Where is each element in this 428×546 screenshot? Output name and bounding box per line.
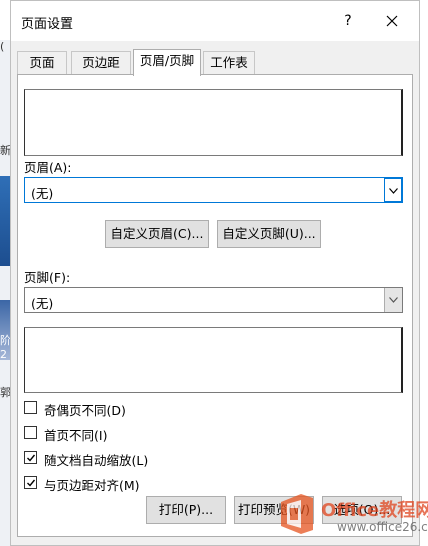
chevron-down-icon	[389, 297, 398, 303]
header-preview	[24, 89, 403, 156]
tab-margins[interactable]: 页边距	[71, 51, 131, 75]
checkbox[interactable]	[24, 476, 37, 489]
background-app	[0, 40, 10, 546]
checkbox[interactable]	[24, 426, 37, 439]
custom-header-button[interactable]: 自定义页眉(C)...	[105, 220, 209, 248]
background-text: 郭	[0, 386, 10, 399]
dialog-title: 页面设置	[21, 17, 74, 32]
tab-page[interactable]: 页面	[17, 51, 67, 75]
header-footer-panel: 页眉(A): (无) 自定义页眉(C)... 自定义页脚(U)... 页脚(F)…	[17, 74, 413, 537]
option-label: 与页边距对齐(M)	[44, 478, 140, 493]
footer-select-value: (无)	[31, 296, 54, 311]
page-setup-dialog: 页面设置 ? 页面 页边距 页眉/页脚 工作表 页眉(A): (无) 自定义页眉…	[10, 0, 420, 546]
header-label: 页眉(A):	[24, 160, 72, 175]
background-text: 阶	[0, 334, 10, 347]
option-label: 奇偶页不同(D)	[44, 403, 126, 418]
close-icon	[386, 15, 398, 27]
chevron-down-icon	[389, 188, 398, 194]
option-label: 首页不同(I)	[44, 428, 108, 443]
checkbox[interactable]	[24, 401, 37, 414]
checkmark-icon	[27, 479, 36, 487]
tab-header-footer[interactable]: 页眉/页脚	[133, 49, 201, 76]
office-logo-icon	[281, 494, 313, 534]
header-dropdown-button[interactable]	[384, 178, 402, 202]
footer-select[interactable]: (无)	[24, 287, 403, 313]
background-text: (	[0, 40, 5, 53]
title-bar: 页面设置 ?	[11, 1, 419, 41]
custom-footer-button[interactable]: 自定义页脚(U)...	[217, 220, 321, 248]
watermark-url: www.office26.com	[337, 520, 428, 534]
background-text: 新	[0, 144, 10, 157]
watermark: Office教程网 www.office26.com	[275, 490, 428, 540]
footer-preview	[24, 327, 403, 393]
checkmark-icon	[27, 454, 36, 462]
option-label: 随文档自动缩放(L)	[44, 453, 149, 468]
header-select[interactable]: (无)	[24, 177, 403, 203]
footer-dropdown-button[interactable]	[384, 288, 402, 312]
header-select-value: (无)	[31, 186, 54, 201]
print-button[interactable]: 打印(P)...	[146, 496, 226, 524]
tab-sheet[interactable]: 工作表	[203, 51, 255, 75]
background-image	[0, 176, 10, 266]
footer-label: 页脚(F):	[24, 270, 71, 285]
watermark-text: Office教程网	[321, 500, 428, 521]
close-button[interactable]	[375, 7, 409, 35]
help-button[interactable]: ?	[331, 7, 365, 35]
checkbox[interactable]	[24, 451, 37, 464]
background-text: 2	[0, 348, 7, 361]
